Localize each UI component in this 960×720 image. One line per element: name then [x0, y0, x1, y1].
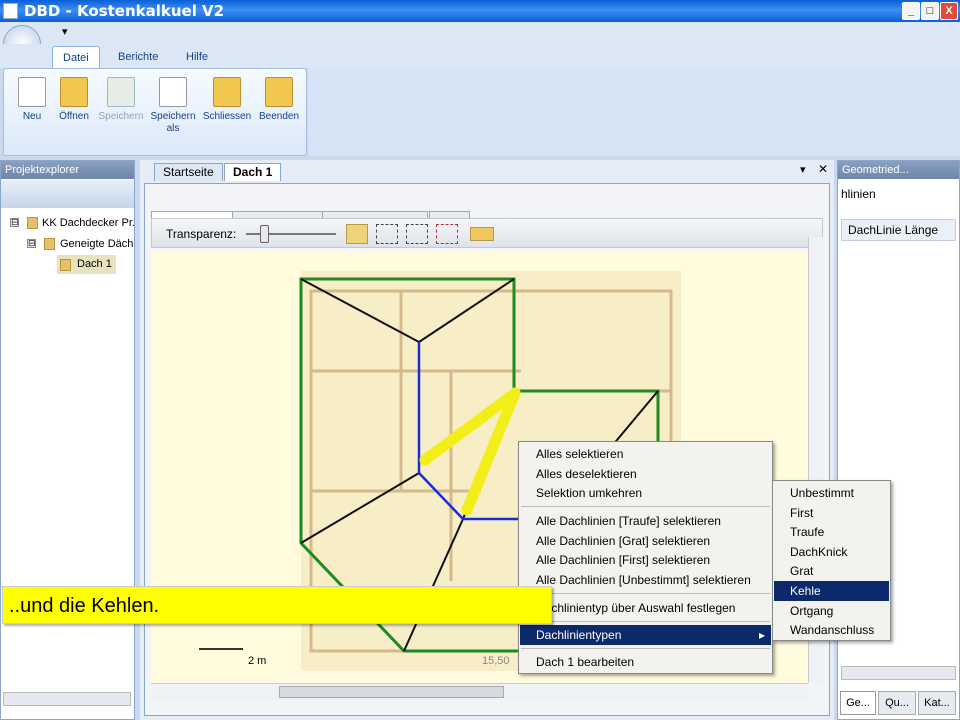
submenu-valley[interactable]: Kehle: [774, 581, 889, 601]
menu-edit-roof[interactable]: Dach 1 bearbeiten: [520, 652, 771, 672]
tab-hilfe[interactable]: Hilfe: [176, 46, 218, 68]
exit-label: Beenden: [258, 111, 300, 122]
save-as-icon: [159, 77, 187, 107]
transparency-label: Transparenz:: [166, 227, 237, 241]
tab-datei[interactable]: Datei: [52, 46, 100, 68]
menu-separator: [521, 506, 770, 507]
submenu-eaves[interactable]: Traufe: [774, 522, 889, 542]
tab-dach-1[interactable]: Dach 1: [224, 163, 282, 181]
tutorial-caption: ..und die Kehlen.: [2, 586, 552, 624]
transparency-slider-thumb[interactable]: [260, 225, 269, 243]
tree-expander-roofs[interactable]: ⊟: [27, 239, 36, 248]
menu-line-types[interactable]: Dachlinientypen ▸: [520, 625, 771, 645]
open-folder-icon: [60, 77, 88, 107]
invert-selection-icon[interactable]: [436, 224, 458, 244]
open-label: Öffnen: [59, 111, 89, 122]
submenu-wall-connection[interactable]: Wandanschluss: [774, 620, 889, 640]
menu-separator: [521, 648, 770, 649]
ribbon-group-file: Neu Öffnen Speichern Speichern als Schli…: [3, 68, 307, 156]
window-title: DBD - Kostenkalkuel V2: [24, 2, 225, 20]
menu-separator: [521, 621, 770, 622]
menu-select-undefined[interactable]: Alle Dachlinien [Unbestimmt] selektieren: [520, 570, 771, 590]
save-as-label: Speichern als: [150, 111, 196, 134]
tab-catalog[interactable]: Kat...: [918, 691, 956, 715]
geometry-column-header[interactable]: DachLinie Länge: [841, 219, 956, 241]
menu-set-line-type[interactable]: Dachlinientyp über Auswahl festlegen: [520, 598, 771, 618]
roof-surface-icon[interactable]: [470, 227, 494, 241]
menu-invert-selection[interactable]: Selektion umkehren: [520, 483, 771, 503]
folder-icon: [27, 217, 38, 229]
app-icon: [3, 3, 18, 19]
menu-deselect-all[interactable]: Alles deselektieren: [520, 464, 771, 484]
close-folder-icon: [213, 77, 241, 107]
close-document-label: Schliessen: [202, 111, 252, 122]
close-tab-icon[interactable]: ✕: [818, 162, 828, 176]
menu-separator: [521, 593, 770, 594]
tab-quantities[interactable]: Qu...: [878, 691, 916, 715]
maximize-button[interactable]: □: [921, 2, 939, 20]
new-label: Neu: [22, 111, 42, 122]
tree-item-roof-1[interactable]: Dach 1: [77, 258, 112, 270]
tab-startseite[interactable]: Startseite: [154, 163, 223, 181]
qat-dropdown-icon[interactable]: ▾: [62, 25, 68, 38]
submenu-hip[interactable]: Grat: [774, 561, 889, 581]
new-button[interactable]: Neu: [10, 77, 54, 123]
hscroll-thumb[interactable]: [279, 686, 504, 698]
canvas-toolbar: Transparenz:: [151, 218, 823, 248]
menu-line-types-label: Dachlinientypen: [536, 628, 622, 642]
ribbon-background: [308, 68, 960, 156]
edit-line-icon[interactable]: [346, 224, 368, 244]
save-as-button[interactable]: Speichern als: [148, 77, 198, 135]
menu-select-all[interactable]: Alles selektieren: [520, 444, 771, 464]
context-menu: Alles selektieren Alles deselektieren Se…: [518, 441, 773, 674]
roof-icon: [60, 259, 71, 271]
geometry-panel-title: Geometried...: [838, 161, 959, 179]
project-explorer-title: Projektexplorer: [1, 161, 134, 179]
menu-select-eaves[interactable]: Alle Dachlinien [Traufe] selektieren: [520, 511, 771, 531]
menu-select-hip[interactable]: Alle Dachlinien [Grat] selektieren: [520, 531, 771, 551]
save-button[interactable]: Speichern: [96, 77, 146, 123]
exit-icon: [265, 77, 293, 107]
title-bar: DBD - Kostenkalkuel V2 _ □ X: [0, 0, 960, 22]
submenu-arrow-icon: ▸: [758, 628, 765, 642]
tree-item-project[interactable]: KK Dachdecker Pr.: [42, 217, 135, 229]
close-document-button[interactable]: Schliessen: [202, 77, 252, 123]
tab-geometry[interactable]: Ge...: [840, 691, 876, 715]
select-area-icon[interactable]: [376, 224, 398, 244]
exit-button[interactable]: Beenden: [256, 77, 302, 123]
left-hscrollbar[interactable]: [3, 692, 131, 706]
project-explorer-toolbar: [1, 180, 134, 208]
save-check-icon: [107, 77, 135, 107]
scale-label: 2 m: [248, 655, 267, 667]
tab-list-icon[interactable]: ▾: [800, 163, 806, 176]
measure-label: 15,50: [482, 655, 510, 667]
new-document-icon: [18, 77, 46, 107]
submenu-verge[interactable]: Ortgang: [774, 601, 889, 621]
quick-access-bar: ▾: [0, 22, 960, 44]
line-type-submenu: Unbestimmt First Traufe DachKnick Grat K…: [772, 480, 891, 641]
folder-icon: [44, 238, 55, 250]
tab-berichte[interactable]: Berichte: [108, 46, 168, 68]
canvas-hscrollbar[interactable]: [151, 683, 808, 700]
submenu-ridge[interactable]: First: [774, 503, 889, 523]
menu-select-ridge[interactable]: Alle Dachlinien [First] selektieren: [520, 550, 771, 570]
right-hscrollbar[interactable]: [841, 666, 956, 680]
geometry-row-lines: hlinien: [841, 187, 876, 201]
open-button[interactable]: Öffnen: [54, 77, 94, 123]
close-button[interactable]: X: [940, 2, 958, 20]
submenu-roof-break[interactable]: DachKnick: [774, 542, 889, 562]
tree-item-roofs[interactable]: Geneigte Däch: [60, 238, 133, 250]
save-label: Speichern: [98, 111, 144, 122]
deselect-area-icon[interactable]: [406, 224, 428, 244]
tree-expander-root[interactable]: ⊟: [10, 218, 19, 227]
submenu-undefined[interactable]: Unbestimmt: [774, 483, 889, 503]
minimize-button[interactable]: _: [902, 2, 920, 20]
